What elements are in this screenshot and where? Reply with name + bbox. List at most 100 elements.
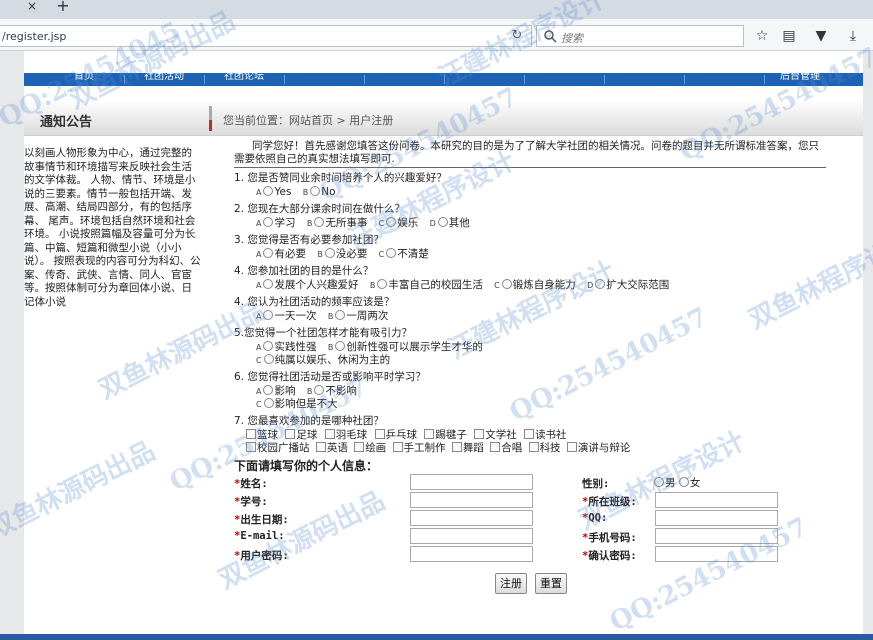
- club-checkbox[interactable]: [490, 442, 501, 452]
- bookmark-star-icon[interactable]: ☆: [753, 27, 771, 45]
- club-checkbox[interactable]: [528, 442, 539, 452]
- q1-radio-a[interactable]: [263, 186, 274, 196]
- nav-item-activities[interactable]: 社团活动: [144, 72, 184, 86]
- taskbar-edge: [0, 634, 873, 640]
- club-checkbox[interactable]: [315, 442, 326, 452]
- option-letter: D: [429, 219, 436, 228]
- password-input[interactable]: [410, 546, 533, 562]
- q2-radio-a[interactable]: [263, 217, 274, 227]
- pocket-icon[interactable]: ▼: [812, 27, 830, 45]
- nav-item-forum[interactable]: 社团论坛: [224, 72, 264, 86]
- qq-input[interactable]: [655, 510, 778, 526]
- browser-toolbar: /register.jsp ↻ 搜索 ☆ ▤ ▼ ⤓: [0, 19, 873, 51]
- q6-radio-a[interactable]: [263, 341, 274, 351]
- q2-radio-d[interactable]: [437, 217, 448, 227]
- club-checkbox[interactable]: [474, 429, 485, 439]
- nav-item-admin[interactable]: 后台管理: [780, 72, 820, 86]
- q2-radio-c[interactable]: [386, 217, 397, 227]
- club-checkbox[interactable]: [246, 442, 256, 452]
- option-letter: C: [256, 356, 262, 365]
- club-label: 足球: [296, 429, 318, 441]
- club-label: 手工制作: [403, 442, 446, 454]
- club-checkbox[interactable]: [524, 429, 535, 439]
- search-bar[interactable]: 搜索: [536, 25, 744, 47]
- q7-radio-b[interactable]: [314, 385, 325, 395]
- confirm-password-label: 确认密码:: [588, 550, 637, 562]
- option-label: 锻炼自身能力: [512, 279, 576, 291]
- form-row-name: *姓名: 性别: 男 女: [234, 474, 830, 492]
- close-tab-icon[interactable]: ×: [22, 0, 42, 14]
- option-label: 娱乐: [397, 217, 419, 229]
- nav-divider: [284, 75, 285, 84]
- q5-radio-a[interactable]: [263, 310, 274, 320]
- gender-male-radio[interactable]: [654, 477, 664, 487]
- q4-radio-b[interactable]: [377, 279, 388, 289]
- option-label: 没必要: [335, 248, 368, 260]
- url-text[interactable]: /register.jsp: [2, 30, 66, 43]
- nav-divider: [364, 75, 365, 84]
- question-2: 2. 您现在大部分课余时间在做什么？: [234, 203, 405, 215]
- q7-radio-c[interactable]: [263, 398, 274, 408]
- nav-divider: [764, 75, 765, 84]
- option-letter: B: [306, 387, 313, 396]
- club-label: 篮球: [257, 429, 278, 441]
- reset-button[interactable]: 重置: [535, 573, 567, 594]
- q4-radio-d[interactable]: [595, 279, 606, 289]
- option-label: 丰富自己的校园生活: [388, 279, 483, 291]
- email-label: E-mail:: [240, 530, 285, 542]
- nav-item-home[interactable]: 首页: [74, 72, 94, 86]
- question-7-options: A 影响 B 不影响 C 影响但是不大: [234, 385, 830, 411]
- site-nav-bar: 首页 社团活动 社团论坛 后台管理: [24, 72, 863, 86]
- club-label: 羽毛球: [335, 429, 368, 441]
- option-letter: C: [378, 219, 385, 228]
- club-checkbox[interactable]: [246, 429, 256, 439]
- club-checkbox[interactable]: [566, 442, 577, 452]
- reload-icon[interactable]: ↻: [509, 28, 525, 44]
- option-label: 扩大交际范围: [606, 279, 670, 291]
- question-5-options: A 一天一次 B 一周两次: [234, 310, 830, 323]
- q4-radio-a[interactable]: [263, 279, 274, 289]
- class-input[interactable]: [655, 492, 778, 508]
- q4-radio-c[interactable]: [501, 279, 512, 289]
- download-icon[interactable]: ⤓: [844, 27, 862, 45]
- student-id-input[interactable]: [410, 492, 533, 508]
- form-row-birthday: *出生日期: *QQ:: [234, 510, 830, 528]
- q2-radio-b[interactable]: [314, 217, 325, 227]
- name-input[interactable]: [410, 474, 533, 490]
- club-checkbox[interactable]: [392, 442, 403, 452]
- confirm-password-input[interactable]: [655, 546, 778, 562]
- email-input[interactable]: [410, 528, 533, 544]
- club-checkbox[interactable]: [285, 429, 296, 439]
- address-bar[interactable]: /register.jsp ↻: [0, 25, 532, 47]
- form-buttons: 注册 重置: [234, 573, 830, 597]
- club-checkbox[interactable]: [451, 442, 462, 452]
- option-label: 不清楚: [397, 248, 429, 260]
- birthday-input[interactable]: [410, 510, 533, 526]
- club-checkbox[interactable]: [424, 429, 435, 439]
- question-4: 4. 您参加社团的目的是什么？: [234, 265, 374, 277]
- reading-list-icon[interactable]: ▤: [780, 27, 798, 45]
- option-letter: B: [306, 219, 313, 228]
- question-3-options: A 有必要 B 没必要 C 不清楚: [234, 248, 830, 261]
- q6-radio-c[interactable]: [263, 354, 274, 364]
- content-header: 通知公告 您当前位置：网站首页 > 用户注册: [24, 100, 863, 136]
- club-checkbox[interactable]: [324, 429, 335, 439]
- q3-radio-b[interactable]: [324, 248, 335, 258]
- notice-title: 通知公告: [40, 115, 93, 130]
- q5-radio-b[interactable]: [335, 310, 346, 320]
- phone-input[interactable]: [655, 528, 778, 544]
- gender-female-radio[interactable]: [678, 477, 689, 487]
- question-8: 7. 您最喜欢参加的是哪种社团？: [234, 415, 384, 427]
- club-checkbox[interactable]: [354, 442, 365, 452]
- q3-radio-c[interactable]: [386, 248, 397, 258]
- club-checkbox[interactable]: [374, 429, 385, 439]
- q3-radio-a[interactable]: [263, 248, 274, 258]
- q6-radio-b[interactable]: [335, 341, 346, 351]
- new-tab-button[interactable]: +: [52, 0, 74, 16]
- option-label: 无所事事: [325, 217, 368, 229]
- option-letter: B: [369, 281, 376, 290]
- club-label: 合唱: [501, 442, 523, 454]
- q1-radio-b[interactable]: [310, 186, 321, 196]
- register-button[interactable]: 注册: [495, 573, 527, 594]
- q7-radio-a[interactable]: [263, 385, 274, 395]
